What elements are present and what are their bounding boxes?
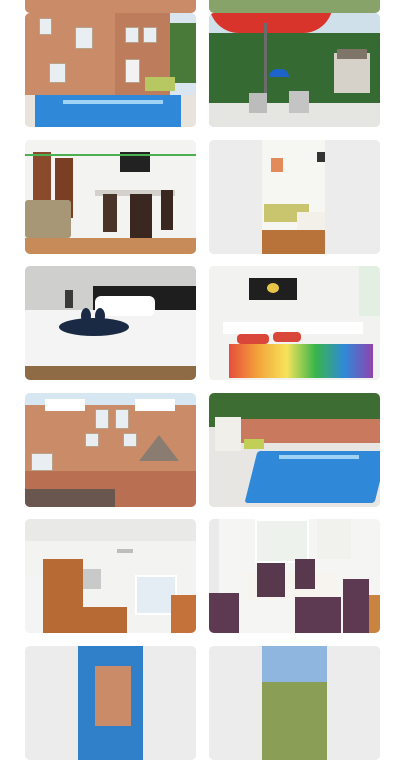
- gallery-photo-top-right[interactable]: [209, 0, 380, 13]
- gallery-photo-exterior-partial-2[interactable]: [209, 646, 380, 760]
- gallery-photo-kitchen[interactable]: [25, 519, 196, 633]
- gallery-photo-double-bed-swans[interactable]: [25, 266, 196, 380]
- gallery-photo-dining-chairs[interactable]: [209, 519, 380, 633]
- gallery-photo-house-facade[interactable]: [25, 393, 196, 507]
- gallery-photo-twin-bedroom[interactable]: [209, 140, 380, 254]
- gallery-photo-exterior-partial-1[interactable]: [25, 646, 196, 760]
- photo-gallery: [0, 0, 405, 760]
- gallery-photo-bedroom-colorful-cover[interactable]: [209, 266, 380, 380]
- gallery-photo-pool-garden[interactable]: [209, 393, 380, 507]
- gallery-photo-villa-pool[interactable]: [25, 13, 196, 127]
- gallery-photo-living-dining[interactable]: [25, 140, 196, 254]
- gallery-photo-terrace-umbrella[interactable]: [209, 13, 380, 127]
- gallery-photo-top-left[interactable]: [25, 0, 196, 13]
